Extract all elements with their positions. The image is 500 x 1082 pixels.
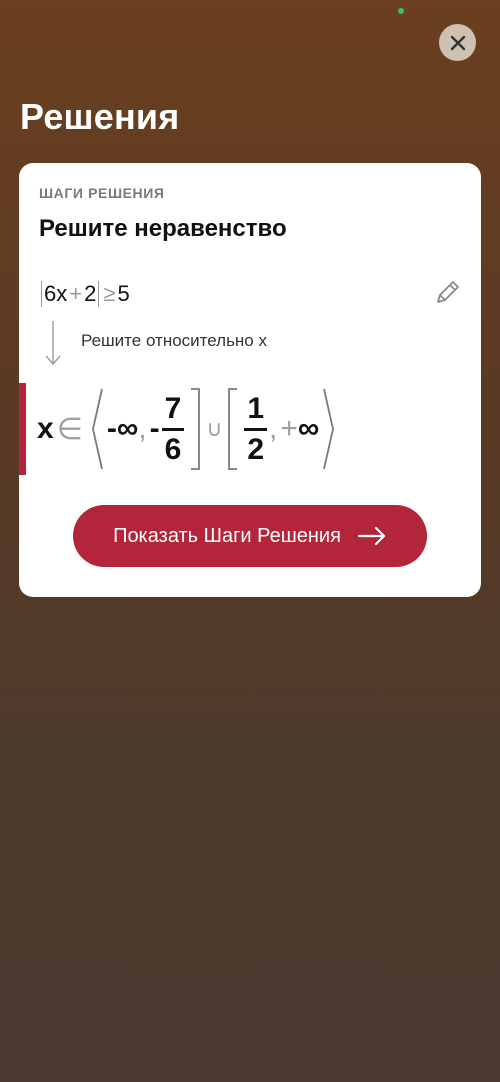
interval-comma-2: , — [269, 412, 278, 445]
abs-bar-right — [98, 281, 100, 307]
result-accent-bar — [19, 383, 26, 475]
card-heading: Решите неравенство — [39, 215, 287, 242]
pos-infinity: ∞ — [297, 412, 320, 445]
fraction-2-numerator: 1 — [247, 391, 265, 425]
eq-variable: x — [56, 281, 68, 306]
union-symbol: ∪ — [206, 416, 223, 441]
interval-comma-1: , — [138, 412, 147, 445]
neg-infinity: -∞ — [106, 412, 139, 445]
show-solution-steps-button[interactable]: Показать Шаги Решения — [73, 505, 427, 567]
fraction-2-denominator: 2 — [247, 432, 265, 466]
fraction-1-denominator: 6 — [164, 432, 182, 466]
pencil-icon[interactable] — [433, 277, 463, 307]
fraction-1-numerator: 7 — [164, 391, 182, 425]
close-icon — [450, 35, 465, 50]
close-square-bracket — [191, 388, 201, 470]
close-angle-bracket — [323, 388, 335, 470]
card-section-label: ШАГИ РЕШЕНИЯ — [39, 185, 165, 201]
abs-bar-left — [41, 281, 42, 307]
element-of-symbol: ∈ — [56, 412, 83, 446]
show-steps-label: Показать Шаги Решения — [113, 524, 341, 547]
input-equation: 6 x + 2 ≥ 5 — [39, 279, 130, 309]
solution-card: ШАГИ РЕШЕНИЯ Решите неравенство 6 x + 2 … — [19, 163, 481, 597]
eq-plus: + — [69, 281, 83, 306]
step-description: Решите относительно x — [81, 331, 267, 350]
plus-sign: + — [280, 412, 298, 445]
close-button[interactable] — [439, 24, 476, 61]
result-variable: x — [37, 412, 54, 445]
eq-coefficient: 6 — [44, 281, 57, 306]
arrow-down-icon — [45, 321, 61, 366]
minus-sign: - — [149, 412, 160, 445]
fraction-seven-sixths: 7 6 — [161, 391, 185, 466]
open-square-bracket — [228, 388, 238, 470]
arrow-right-icon — [357, 526, 387, 546]
eq-rhs: 5 — [117, 281, 130, 306]
open-angle-bracket — [91, 388, 103, 470]
fraction-one-half: 1 2 — [244, 391, 268, 466]
eq-constant: 2 — [84, 281, 97, 306]
eq-relation: ≥ — [103, 281, 116, 306]
page-title: Решения — [20, 96, 180, 137]
result-expression: x ∈ -∞ , - 7 6 ∪ 1 2 , + ∞ — [37, 383, 339, 475]
status-indicator-dot — [398, 8, 404, 14]
